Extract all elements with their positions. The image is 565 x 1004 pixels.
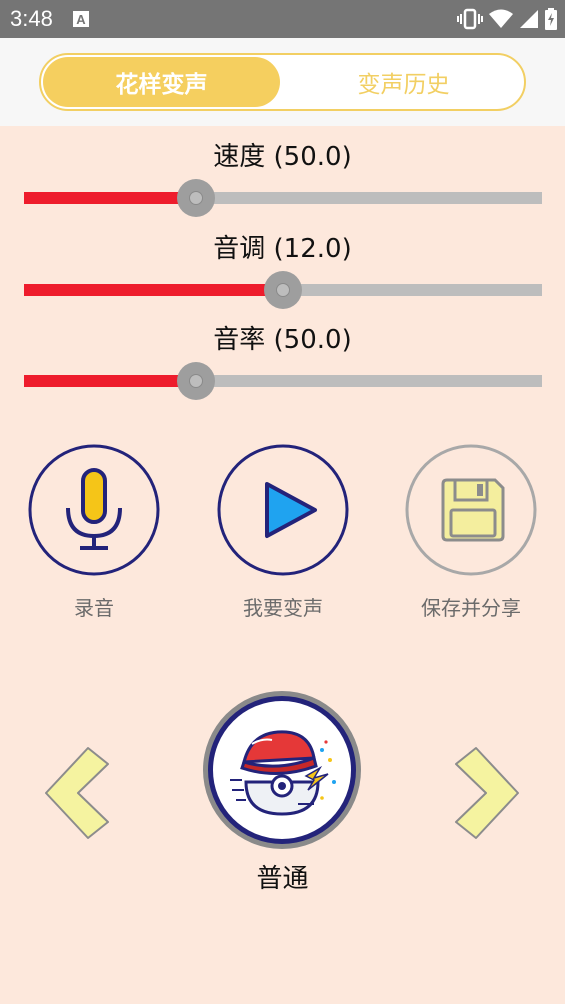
battery-charging-icon bbox=[545, 8, 557, 34]
floppy-disk-icon bbox=[405, 444, 537, 576]
rate-slider[interactable] bbox=[24, 362, 542, 400]
segmented-tabs: 花样变声 变声历史 bbox=[39, 53, 526, 111]
pitch-slider[interactable] bbox=[24, 271, 542, 309]
chevron-right-icon bbox=[455, 747, 519, 839]
vibrate-icon bbox=[457, 8, 483, 34]
record-label: 录音 bbox=[74, 596, 114, 620]
pokeball-cap-icon bbox=[230, 730, 336, 816]
rate-slider-thumb[interactable] bbox=[177, 362, 215, 400]
microphone-icon bbox=[28, 444, 160, 576]
previous-effect-button[interactable] bbox=[42, 744, 112, 846]
tab-voice-history[interactable]: 变声历史 bbox=[283, 55, 524, 109]
tab-voice-effects[interactable]: 花样变声 bbox=[43, 57, 280, 107]
play-button[interactable] bbox=[217, 444, 349, 576]
save-share-label: 保存并分享 bbox=[421, 596, 521, 620]
record-button[interactable] bbox=[28, 444, 160, 576]
speed-slider[interactable] bbox=[24, 179, 542, 217]
chevron-left-icon bbox=[45, 747, 109, 839]
effect-preview-inner bbox=[208, 696, 356, 844]
pitch-label: 音调 (12.0) bbox=[213, 234, 352, 264]
speed-label: 速度 (50.0) bbox=[213, 142, 352, 172]
top-bar: 花样变声 变声历史 bbox=[0, 38, 565, 126]
pitch-slider-thumb[interactable] bbox=[264, 271, 302, 309]
rate-label: 音率 (50.0) bbox=[213, 325, 352, 355]
status-time: 3:48 bbox=[10, 6, 53, 31]
effect-name: 普通 bbox=[256, 864, 309, 894]
svg-text:A: A bbox=[76, 12, 86, 27]
wifi-icon bbox=[489, 9, 513, 33]
pitch-slider-fill bbox=[24, 284, 283, 296]
next-effect-button[interactable] bbox=[452, 744, 522, 846]
notification-a-icon: A bbox=[72, 10, 90, 32]
save-share-button[interactable] bbox=[405, 444, 537, 576]
status-bar: 3:48 A bbox=[0, 0, 565, 38]
rate-slider-fill bbox=[24, 375, 196, 387]
effect-preview[interactable] bbox=[203, 691, 361, 849]
play-label: 我要变声 bbox=[243, 596, 323, 620]
signal-icon bbox=[519, 9, 539, 33]
speed-slider-thumb[interactable] bbox=[177, 179, 215, 217]
play-icon bbox=[217, 444, 349, 576]
speed-slider-fill bbox=[24, 192, 196, 204]
